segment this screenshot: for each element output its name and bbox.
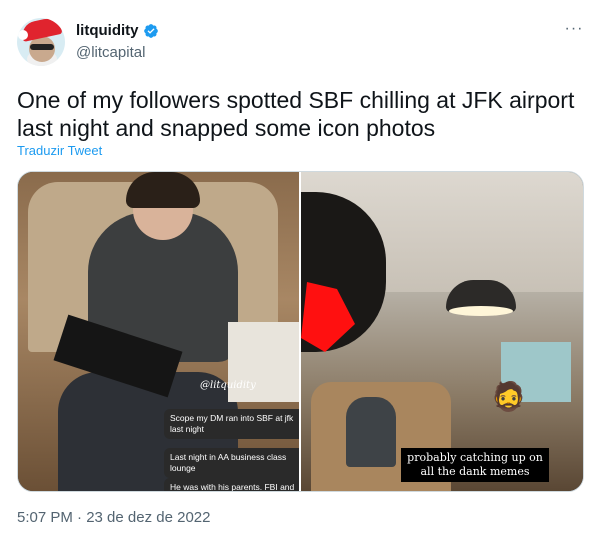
dm-message: Scope my DM ran into SBF at jfk last nig… — [164, 409, 299, 439]
dm-message: Last night in AA business class lounge — [164, 448, 299, 478]
media-photo-right[interactable]: 🧔 probably catching up on all the dank m… — [301, 172, 583, 491]
author-name-row[interactable]: litquidity — [76, 22, 159, 39]
tweet-timestamp[interactable]: 5:07 PM · 23 de dez de 2022 — [17, 509, 210, 526]
tweet-card: litquidity @litcapital ··· One of my fol… — [0, 0, 601, 542]
tweet-media[interactable]: @litquidity Scope my DM ran into SBF at … — [17, 171, 584, 492]
avatar[interactable] — [17, 18, 65, 66]
tweet-text: One of my followers spotted SBF chilling… — [17, 87, 575, 141]
more-dots-icon[interactable]: ··· — [562, 21, 586, 40]
photo-watermark: @litquidity — [200, 380, 256, 391]
meme-caption: probably catching up on all the dank mem… — [401, 448, 549, 482]
dm-message: He was with his parents. FBI and — [164, 478, 299, 491]
author-display-name[interactable]: litquidity — [76, 22, 139, 39]
translate-tweet-link[interactable]: Traduzir Tweet — [17, 143, 102, 158]
emoji-sticker-icon: 🧔 — [491, 381, 526, 412]
verified-badge-icon — [143, 23, 158, 38]
author-handle[interactable]: @litcapital — [76, 44, 145, 61]
media-photo-left[interactable]: @litquidity Scope my DM ran into SBF at … — [18, 172, 299, 491]
